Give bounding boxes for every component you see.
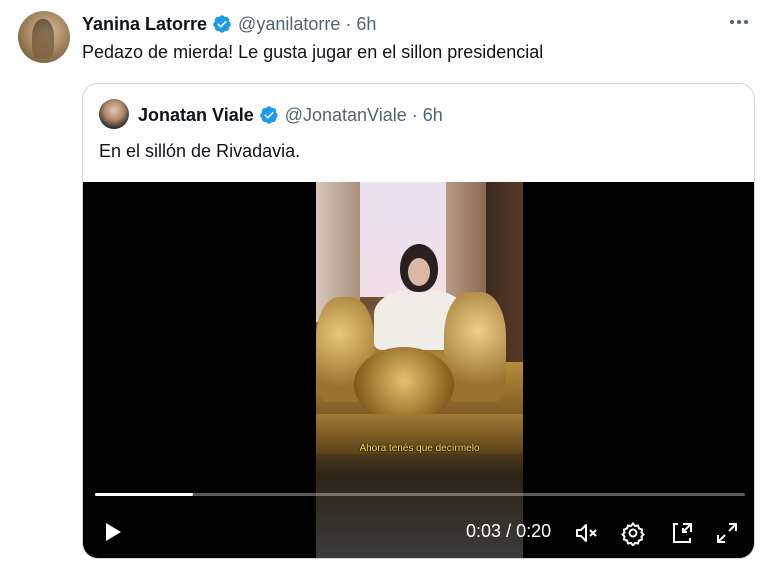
separator-dot: ·: [345, 13, 352, 34]
verified-badge-icon[interactable]: [259, 105, 279, 125]
quoted-author-handle[interactable]: @JonatanViale: [285, 105, 407, 126]
duration: 0:20: [516, 521, 552, 541]
video-time: 0:03 / 0:20: [466, 521, 551, 542]
current-time: 0:03: [466, 521, 502, 541]
quoted-avatar[interactable]: [99, 99, 129, 129]
video-controls: 0:03 / 0:20: [83, 512, 754, 552]
quoted-tweet[interactable]: Jonatan Viale @JonatanViale · 6h En el s…: [82, 83, 755, 559]
time-separator: /: [506, 521, 512, 541]
separator-dot: ·: [411, 104, 418, 125]
quoted-header: Jonatan Viale @JonatanViale · 6h: [138, 103, 443, 127]
picture-in-picture-icon[interactable]: [669, 520, 695, 546]
settings-icon[interactable]: [620, 520, 646, 548]
tweet-text: Pedazo de mierda! Le gusta jugar en el s…: [82, 42, 544, 62]
author-handle[interactable]: @yanilatorre: [238, 14, 340, 35]
quoted-text: En el sillón de Rivadavia.: [99, 141, 301, 161]
video-subtitle: Ahora tenés que decírmelo: [359, 443, 480, 454]
play-icon[interactable]: [101, 520, 125, 544]
avatar[interactable]: [18, 11, 70, 63]
tweet[interactable]: Yanina Latorre @yanilatorre · 6h Pedazo …: [0, 0, 767, 578]
video-frame: Ahora tenés que decírmelo: [316, 182, 523, 558]
video-player[interactable]: Ahora tenés que decírmelo 0:03 / 0:20: [83, 182, 754, 558]
progress-bar[interactable]: [95, 493, 745, 496]
more-options-icon[interactable]: [725, 10, 753, 34]
mute-icon[interactable]: [573, 520, 599, 546]
quoted-time[interactable]: 6h: [423, 105, 443, 126]
fullscreen-icon[interactable]: [714, 520, 740, 546]
author-name[interactable]: Yanina Latorre: [82, 14, 207, 35]
quoted-author-name[interactable]: Jonatan Viale: [138, 105, 254, 126]
tweet-time[interactable]: 6h: [356, 14, 376, 35]
tweet-header: Yanina Latorre @yanilatorre · 6h: [82, 12, 376, 36]
verified-badge-icon[interactable]: [212, 14, 232, 34]
progress-fill: [95, 493, 193, 496]
